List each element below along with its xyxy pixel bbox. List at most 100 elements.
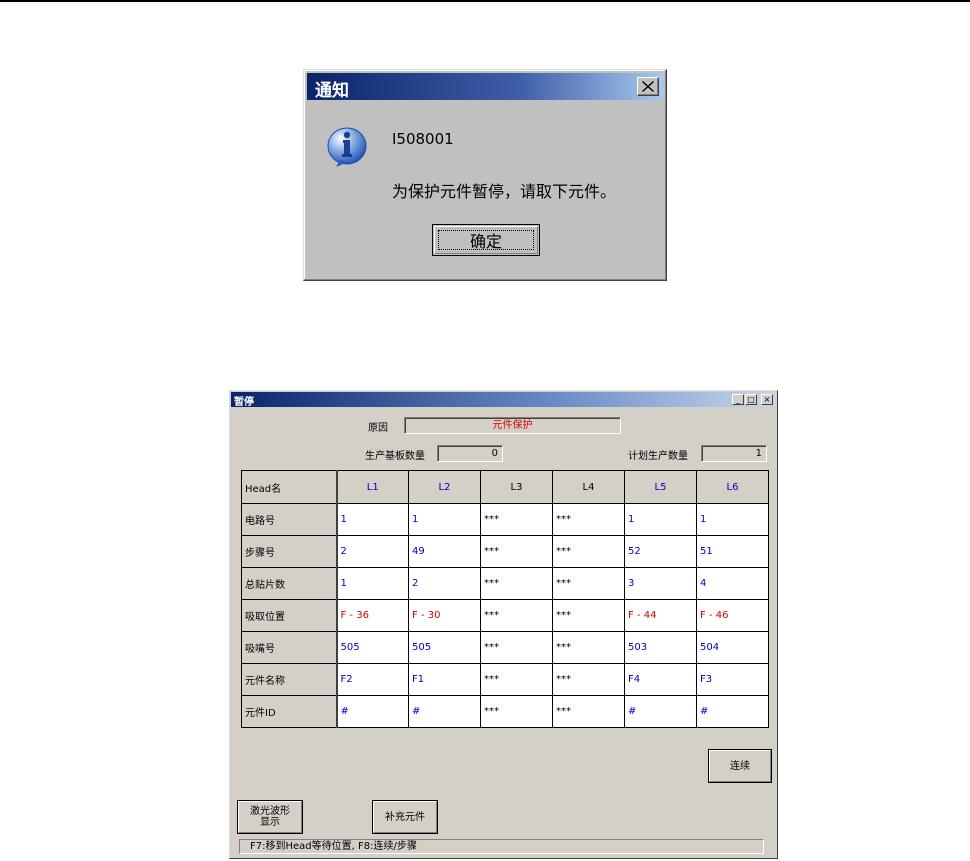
table-cell: *** [480,695,553,728]
column-header-l1[interactable]: L1 [336,470,409,504]
table-cell: 2 [336,535,409,568]
table-row: 吸嘴号 505 505 *** *** 503 504 [241,631,769,664]
continue-button[interactable]: 连续 [708,749,772,783]
table-cell: 1 [336,567,409,600]
table-cell: *** [480,503,553,536]
table-cell: 2 [408,567,481,600]
supplement-parts-button[interactable]: 补充元件 [372,800,438,834]
table-cell: # [696,695,769,728]
ok-button[interactable]: 确定 [432,224,540,256]
produced-count-field: 0 [437,445,503,462]
table-cell: *** [552,599,625,632]
supplement-button-label: 补充元件 [385,811,425,823]
table-row: 元件ID # # *** *** # # [241,695,769,728]
status-bar: F7:移到Head等待位置, F8:连续/步骤 [239,839,764,854]
row-header: 吸嘴号 [241,631,338,664]
table-cell: 504 [696,631,769,664]
table-cell: 1 [336,503,409,536]
table-header-row: Head名 L1 L2 L3 L4 L5 L6 [241,470,769,504]
table-cell: F2 [336,663,409,696]
table-header-label: Head名 [241,470,338,504]
row-header: 步骤号 [241,535,338,568]
table-cell: *** [480,535,553,568]
table-cell: 52 [624,535,697,568]
dialog-title: 通知 [315,81,349,101]
table-cell: # [336,695,409,728]
table-cell: 1 [408,503,481,536]
window-title-bar[interactable]: 暂停 _ □ × [231,392,776,408]
continue-button-label: 连续 [730,760,750,772]
close-icon: × [763,395,771,404]
table-cell: F - 36 [336,599,409,632]
column-header-l5[interactable]: L5 [624,470,697,504]
table-row: 元件名称 F2 F1 *** *** F4 F3 [241,663,769,696]
dialog-title-bar[interactable]: 通知 [307,73,663,101]
table-cell: # [408,695,481,728]
table-cell: F - 44 [624,599,697,632]
window-title: 暂停 [234,397,254,408]
notification-dialog: 通知 I508001 为保护元件暂停，请取下元件。 确定 [303,69,667,281]
table-cell: 1 [696,503,769,536]
table-cell: F - 30 [408,599,481,632]
row-header: 元件ID [241,695,338,728]
reason-label: 原因 [368,423,388,434]
table-cell: 4 [696,567,769,600]
planned-count-label: 计划生产数量 [628,451,688,462]
table-row: 总贴片数 1 2 *** *** 3 4 [241,567,769,600]
column-header-l4[interactable]: L4 [552,470,625,504]
laser-label-line2: 显示 [260,817,280,828]
row-header: 电路号 [241,503,338,536]
table-cell: F3 [696,663,769,696]
table-cell: *** [480,663,553,696]
table-cell: *** [552,695,625,728]
column-header-l6[interactable]: L6 [696,470,769,504]
produced-count-label: 生产基板数量 [365,451,425,462]
table-cell: F - 46 [696,599,769,632]
reason-field: 元件保护 [404,417,621,434]
table-cell: *** [552,535,625,568]
table-cell: # [624,695,697,728]
table-cell: 3 [624,567,697,600]
info-icon [327,127,367,167]
table-cell: *** [552,663,625,696]
table-cell: *** [552,567,625,600]
table-cell: 505 [408,631,481,664]
close-icon [642,81,654,92]
pause-window: 暂停 _ □ × 原因 元件保护 生产基板数量 0 计划生产数量 1 Head名… [229,390,778,859]
column-header-l3[interactable]: L3 [480,470,553,504]
table-cell: 51 [696,535,769,568]
row-header: 元件名称 [241,663,338,696]
table-cell: F1 [408,663,481,696]
dialog-message: 为保护元件暂停，请取下元件。 [392,182,617,201]
table-row: 步骤号 2 49 *** *** 52 51 [241,535,769,568]
minimize-icon: _ [736,395,740,404]
table-cell: 505 [336,631,409,664]
table-cell: *** [480,567,553,600]
table-cell: 49 [408,535,481,568]
row-header: 总贴片数 [241,567,338,600]
column-header-l2[interactable]: L2 [408,470,481,504]
table-cell: F4 [624,663,697,696]
table-cell: 1 [624,503,697,536]
maximize-button[interactable]: □ [745,394,757,405]
laser-button-label: 激光波形 显示 [250,806,290,828]
laser-label-line1: 激光波形 [250,806,290,817]
table-cell: *** [480,631,553,664]
table-cell: *** [552,503,625,536]
maximize-icon: □ [747,395,755,404]
table-cell: 503 [624,631,697,664]
dialog-close-button[interactable] [637,77,659,96]
table-cell: *** [480,599,553,632]
window-close-button[interactable]: × [761,394,773,405]
table-cell: *** [552,631,625,664]
ok-button-label: 确定 [469,232,502,251]
top-divider-line [0,0,970,2]
table-row: 吸取位置 F - 36 F - 30 *** *** F - 44 F - 46 [241,599,769,632]
dialog-error-code: I508001 [392,130,454,148]
head-status-table: Head名 L1 L2 L3 L4 L5 L6 电路号 1 1 *** *** 1 1 步骤号 2 49 *** *… [241,470,769,728]
minimize-button[interactable]: _ [732,394,744,405]
table-row: 电路号 1 1 *** *** 1 1 [241,503,769,536]
row-header: 吸取位置 [241,599,338,632]
planned-count-field: 1 [701,445,767,462]
laser-waveform-button[interactable]: 激光波形 显示 [237,800,303,834]
